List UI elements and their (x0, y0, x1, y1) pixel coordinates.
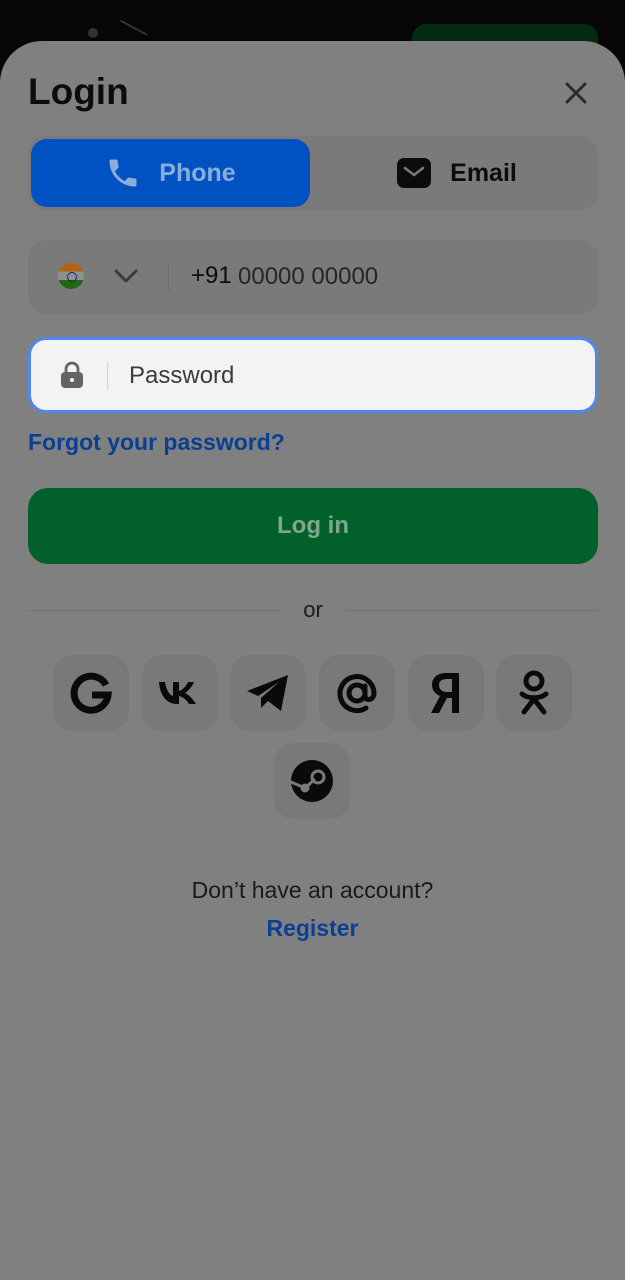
phone-icon (109, 159, 137, 187)
tab-email-label: Email (450, 158, 517, 187)
login-sheet: Login Phone Email +91 00000 00000 Forgot… (0, 41, 625, 1280)
password-field (28, 337, 598, 413)
register-link[interactable]: Register (0, 915, 625, 942)
mail-ru-login-button[interactable] (319, 655, 395, 731)
phone-field: +91 (28, 240, 598, 314)
divider-line (346, 610, 598, 611)
lock-icon (61, 361, 83, 388)
phone-field-divider (168, 262, 169, 292)
close-button[interactable] (556, 73, 596, 113)
odnoklassniki-icon (519, 670, 549, 715)
page-title: Login (28, 71, 129, 112)
tab-phone-label: Phone (159, 158, 236, 187)
phone-country-code: +91 (191, 262, 232, 289)
india-flag-icon[interactable] (58, 263, 84, 289)
login-button[interactable]: Log in (28, 488, 598, 564)
vk-icon (159, 682, 196, 704)
password-input[interactable] (129, 354, 569, 398)
telegram-icon (247, 675, 288, 711)
mail-icon (397, 158, 432, 188)
or-divider: or (28, 597, 598, 623)
at-sign-icon (337, 674, 377, 714)
no-account-text: Don’t have an account? (191, 877, 434, 903)
yandex-login-button[interactable] (408, 655, 484, 731)
yandex-icon (431, 673, 459, 713)
steam-icon (289, 760, 333, 802)
odnoklassniki-login-button[interactable] (496, 655, 572, 731)
telegram-login-button[interactable] (230, 655, 306, 731)
steam-login-button[interactable] (274, 743, 350, 819)
phone-input[interactable] (238, 256, 578, 298)
close-icon (565, 82, 587, 104)
tab-phone[interactable]: Phone (31, 139, 310, 207)
status-dot-icon (88, 28, 98, 38)
vk-login-button[interactable] (142, 655, 218, 731)
forgot-password-link[interactable]: Forgot your password? (28, 429, 285, 456)
chevron-down-icon[interactable] (114, 266, 138, 286)
password-field-divider (107, 362, 108, 390)
google-login-button[interactable] (53, 655, 129, 731)
google-icon (70, 672, 112, 714)
login-method-tabs: Phone Email (28, 136, 598, 210)
tab-email[interactable]: Email (318, 139, 595, 207)
